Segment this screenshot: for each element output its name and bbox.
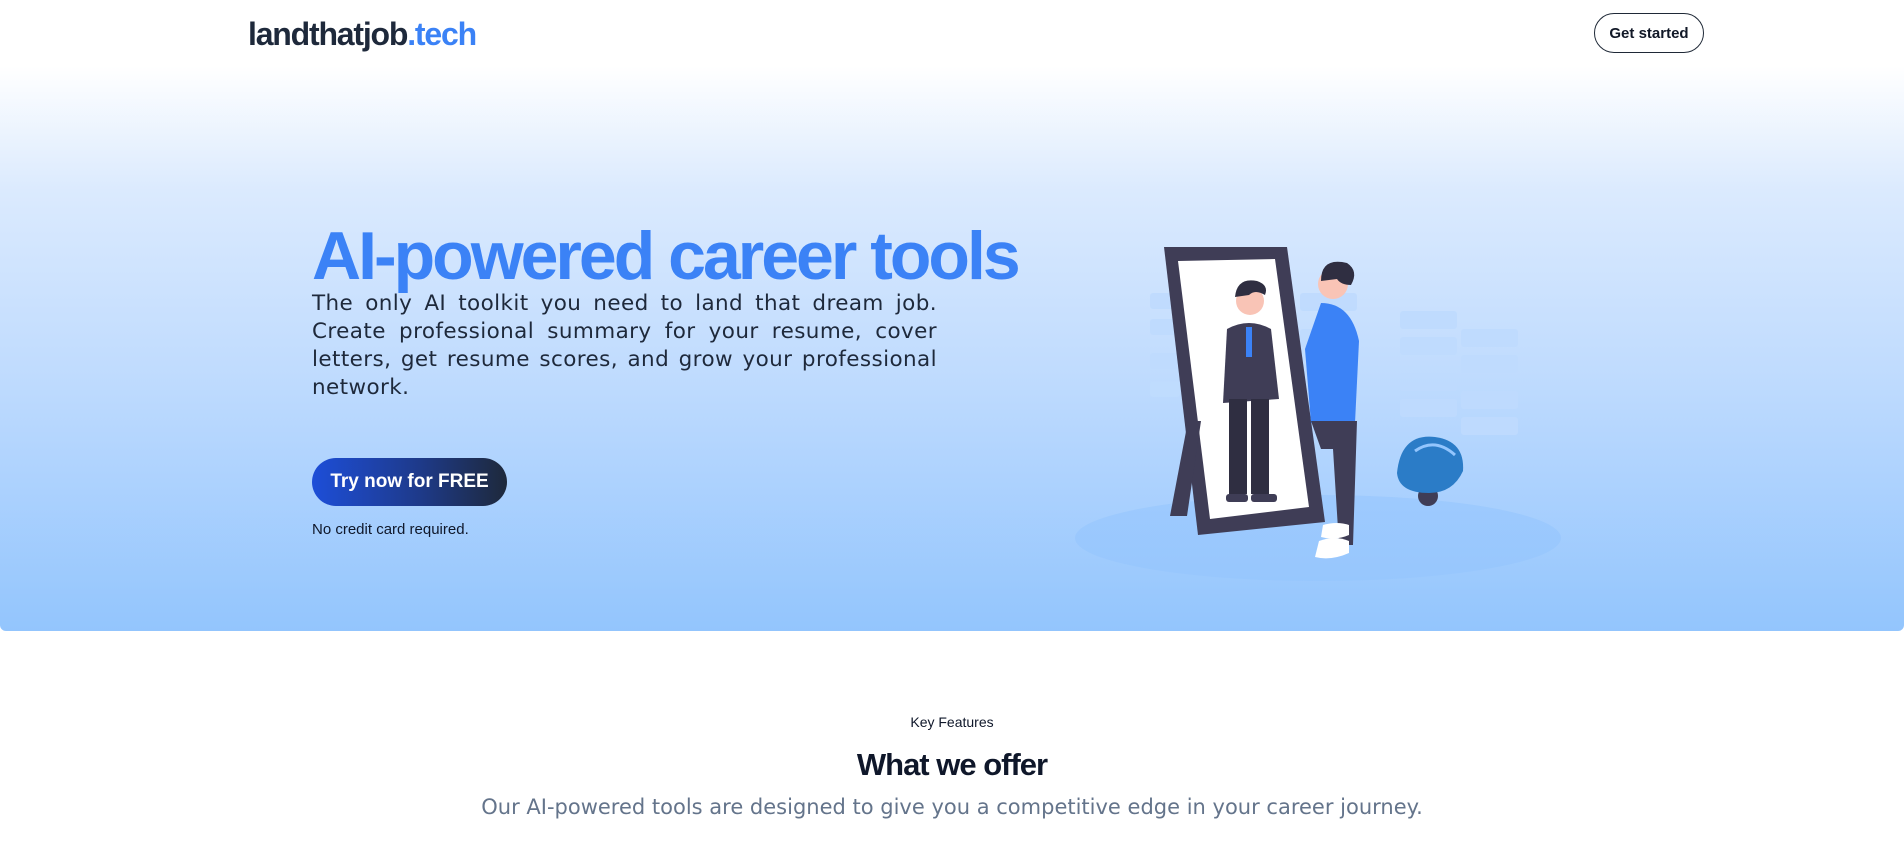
try-free-button[interactable]: Try now for FREE — [312, 458, 507, 506]
man-mirror-illustration — [1075, 247, 1561, 581]
hero-description: The only AI toolkit you need to land tha… — [312, 291, 937, 400]
logo-main: landthatjob — [248, 16, 408, 52]
site-header: landthatjob.tech Get started — [0, 0, 1904, 66]
no-credit-card-note: No credit card required. — [312, 521, 469, 538]
get-started-button[interactable]: Get started — [1594, 13, 1704, 53]
logo[interactable]: landthatjob.tech — [248, 14, 477, 54]
logo-accent: .tech — [407, 16, 477, 52]
features-title: What we offer — [856, 747, 1048, 782]
plant-shape — [1397, 436, 1464, 506]
features-kicker: Key Features — [910, 714, 994, 730]
hero-section: AI-powered career tools The only AI tool… — [0, 66, 1904, 631]
hero-title: AI-powered career tools — [312, 218, 1021, 294]
features-subtitle: Our AI-powered tools are designed to giv… — [481, 795, 1423, 819]
